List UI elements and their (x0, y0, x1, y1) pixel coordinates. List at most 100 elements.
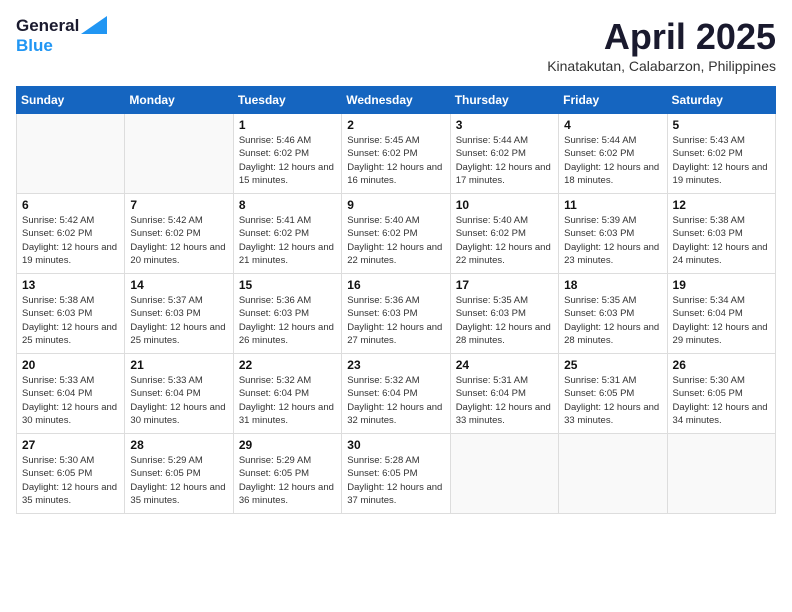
calendar-cell: 13 Sunrise: 5:38 AMSunset: 6:03 PMDayligh… (17, 274, 125, 354)
calendar-cell: 6Sunrise: 5:42 AMSunset: 6:02 PMDaylight… (17, 194, 125, 274)
day-info: Sunrise: 5:30 AMSunset: 6:05 PMDaylight:… (22, 454, 119, 507)
calendar-cell: 19 Sunrise: 5:34 AMSunset: 6:04 PMDayligh… (667, 274, 775, 354)
day-info: Sunrise: 5:46 AMSunset: 6:02 PMDaylight:… (239, 134, 336, 187)
day-number: 4 (564, 118, 661, 132)
day-number: 2 (347, 118, 444, 132)
header-wednesday: Wednesday (342, 87, 450, 114)
calendar-cell: 10 Sunrise: 5:40 AMSunset: 6:02 PMDayligh… (450, 194, 558, 274)
header-thursday: Thursday (450, 87, 558, 114)
day-info: Sunrise: 5:41 AMSunset: 6:02 PMDaylight:… (239, 214, 336, 267)
day-info: Sunrise: 5:31 AMSunset: 6:04 PMDaylight:… (456, 374, 553, 427)
title-area: April 2025 Kinatakutan, Calabarzon, Phil… (547, 16, 776, 74)
calendar-cell: 20 Sunrise: 5:33 AMSunset: 6:04 PMDayligh… (17, 354, 125, 434)
day-info: Sunrise: 5:37 AMSunset: 6:03 PMDaylight:… (130, 294, 227, 347)
calendar-cell: 25 Sunrise: 5:31 AMSunset: 6:05 PMDayligh… (559, 354, 667, 434)
day-info: Sunrise: 5:38 AMSunset: 6:03 PMDaylight:… (22, 294, 119, 347)
day-info: Sunrise: 5:28 AMSunset: 6:05 PMDaylight:… (347, 454, 444, 507)
day-info: Sunrise: 5:34 AMSunset: 6:04 PMDaylight:… (673, 294, 770, 347)
day-number: 22 (239, 358, 336, 372)
calendar-cell (450, 434, 558, 514)
calendar-cell: 1 Sunrise: 5:46 AMSunset: 6:02 PMDaylight… (233, 114, 341, 194)
day-number: 3 (456, 118, 553, 132)
calendar-cell (667, 434, 775, 514)
calendar-week-row: 20 Sunrise: 5:33 AMSunset: 6:04 PMDayligh… (17, 354, 776, 434)
calendar-cell: 14 Sunrise: 5:37 AMSunset: 6:03 PMDayligh… (125, 274, 233, 354)
day-number: 29 (239, 438, 336, 452)
location-subtitle: Kinatakutan, Calabarzon, Philippines (547, 58, 776, 74)
day-number: 30 (347, 438, 444, 452)
day-number: 24 (456, 358, 553, 372)
day-number: 13 (22, 278, 119, 292)
calendar-cell (125, 114, 233, 194)
calendar-week-row: 6Sunrise: 5:42 AMSunset: 6:02 PMDaylight… (17, 194, 776, 274)
calendar-cell: 17 Sunrise: 5:35 AMSunset: 6:03 PMDayligh… (450, 274, 558, 354)
day-info: Sunrise: 5:35 AMSunset: 6:03 PMDaylight:… (564, 294, 661, 347)
day-info: Sunrise: 5:43 AMSunset: 6:02 PMDaylight:… (673, 134, 770, 187)
header-friday: Friday (559, 87, 667, 114)
calendar-cell: 27 Sunrise: 5:30 AMSunset: 6:05 PMDayligh… (17, 434, 125, 514)
day-number: 9 (347, 198, 444, 212)
header-saturday: Saturday (667, 87, 775, 114)
logo: General Blue (16, 16, 107, 56)
logo-blue-text: Blue (16, 36, 53, 55)
day-info: Sunrise: 5:33 AMSunset: 6:04 PMDaylight:… (22, 374, 119, 427)
day-number: 15 (239, 278, 336, 292)
page-header: General Blue April 2025 Kinatakutan, Cal… (16, 16, 776, 74)
day-info: Sunrise: 5:42 AMSunset: 6:02 PMDaylight:… (22, 214, 119, 267)
calendar-cell: 11 Sunrise: 5:39 AMSunset: 6:03 PMDayligh… (559, 194, 667, 274)
calendar-cell: 4Sunrise: 5:44 AMSunset: 6:02 PMDaylight… (559, 114, 667, 194)
day-info: Sunrise: 5:35 AMSunset: 6:03 PMDaylight:… (456, 294, 553, 347)
logo-general-text: General (16, 16, 79, 36)
day-number: 19 (673, 278, 770, 292)
day-number: 20 (22, 358, 119, 372)
calendar-cell: 28Sunrise: 5:29 AMSunset: 6:05 PMDayligh… (125, 434, 233, 514)
calendar-week-row: 1 Sunrise: 5:46 AMSunset: 6:02 PMDaylight… (17, 114, 776, 194)
day-info: Sunrise: 5:33 AMSunset: 6:04 PMDaylight:… (130, 374, 227, 427)
day-number: 18 (564, 278, 661, 292)
calendar-cell (17, 114, 125, 194)
day-number: 17 (456, 278, 553, 292)
day-number: 1 (239, 118, 336, 132)
calendar-cell: 30 Sunrise: 5:28 AMSunset: 6:05 PMDayligh… (342, 434, 450, 514)
weekday-header-row: Sunday Monday Tuesday Wednesday Thursday… (17, 87, 776, 114)
day-number: 27 (22, 438, 119, 452)
header-monday: Monday (125, 87, 233, 114)
calendar-cell (559, 434, 667, 514)
calendar-cell: 9 Sunrise: 5:40 AMSunset: 6:02 PMDaylight… (342, 194, 450, 274)
calendar-cell: 29 Sunrise: 5:29 AMSunset: 6:05 PMDayligh… (233, 434, 341, 514)
day-number: 21 (130, 358, 227, 372)
calendar-cell: 22 Sunrise: 5:32 AMSunset: 6:04 PMDayligh… (233, 354, 341, 434)
day-number: 5 (673, 118, 770, 132)
calendar-cell: 15 Sunrise: 5:36 AMSunset: 6:03 PMDayligh… (233, 274, 341, 354)
day-info: Sunrise: 5:29 AMSunset: 6:05 PMDaylight:… (239, 454, 336, 507)
calendar-cell: 8 Sunrise: 5:41 AMSunset: 6:02 PMDaylight… (233, 194, 341, 274)
day-number: 8 (239, 198, 336, 212)
calendar-cell: 26Sunrise: 5:30 AMSunset: 6:05 PMDayligh… (667, 354, 775, 434)
month-title: April 2025 (547, 16, 776, 58)
day-info: Sunrise: 5:40 AMSunset: 6:02 PMDaylight:… (456, 214, 553, 267)
calendar-cell: 2Sunrise: 5:45 AMSunset: 6:02 PMDaylight… (342, 114, 450, 194)
day-number: 25 (564, 358, 661, 372)
day-number: 16 (347, 278, 444, 292)
calendar-week-row: 13 Sunrise: 5:38 AMSunset: 6:03 PMDayligh… (17, 274, 776, 354)
calendar-cell: 21 Sunrise: 5:33 AMSunset: 6:04 PMDayligh… (125, 354, 233, 434)
day-number: 11 (564, 198, 661, 212)
day-info: Sunrise: 5:31 AMSunset: 6:05 PMDaylight:… (564, 374, 661, 427)
day-number: 12 (673, 198, 770, 212)
calendar-cell: 5 Sunrise: 5:43 AMSunset: 6:02 PMDaylight… (667, 114, 775, 194)
calendar-cell: 23 Sunrise: 5:32 AMSunset: 6:04 PMDayligh… (342, 354, 450, 434)
header-tuesday: Tuesday (233, 87, 341, 114)
day-number: 10 (456, 198, 553, 212)
day-number: 23 (347, 358, 444, 372)
day-info: Sunrise: 5:32 AMSunset: 6:04 PMDaylight:… (239, 374, 336, 427)
day-info: Sunrise: 5:39 AMSunset: 6:03 PMDaylight:… (564, 214, 661, 267)
day-info: Sunrise: 5:36 AMSunset: 6:03 PMDaylight:… (347, 294, 444, 347)
day-info: Sunrise: 5:44 AMSunset: 6:02 PMDaylight:… (456, 134, 553, 187)
day-info: Sunrise: 5:40 AMSunset: 6:02 PMDaylight:… (347, 214, 444, 267)
day-number: 14 (130, 278, 227, 292)
day-info: Sunrise: 5:38 AMSunset: 6:03 PMDaylight:… (673, 214, 770, 267)
day-info: Sunrise: 5:42 AMSunset: 6:02 PMDaylight:… (130, 214, 227, 267)
day-info: Sunrise: 5:36 AMSunset: 6:03 PMDaylight:… (239, 294, 336, 347)
day-info: Sunrise: 5:32 AMSunset: 6:04 PMDaylight:… (347, 374, 444, 427)
day-info: Sunrise: 5:30 AMSunset: 6:05 PMDaylight:… (673, 374, 770, 427)
